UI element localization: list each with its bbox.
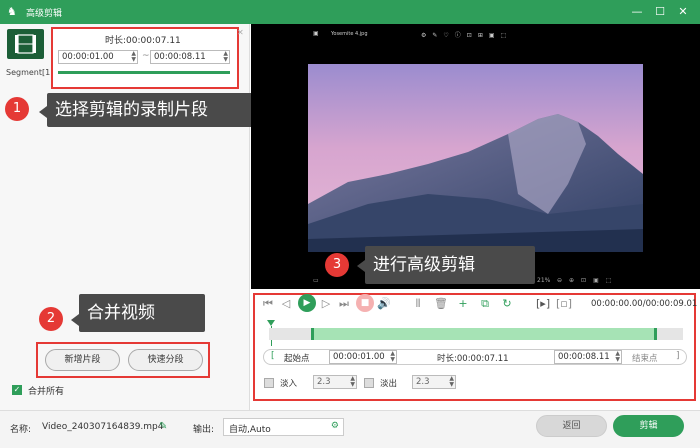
output-value: 自动,Auto [229, 425, 271, 435]
name-label: 名称: [10, 425, 32, 435]
callout-arrow [71, 314, 79, 326]
step-badge-1: 1 [5, 97, 29, 121]
delete-icon[interactable]: 🗑 [434, 297, 448, 311]
step-badge-3: 3 [325, 253, 349, 277]
zoom-level: 21% [537, 277, 551, 284]
window-title: 高级剪辑 [26, 9, 63, 19]
close-icon[interactable]: ✕ [675, 4, 691, 20]
spinner-icon[interactable]: ▲ ▼ [615, 351, 620, 363]
play-button[interactable]: ▶ [298, 294, 316, 312]
segment-end-value: 00:00:08.11 [154, 52, 206, 62]
film-icon [15, 34, 36, 54]
spinner-icon[interactable]: ▲ ▼ [449, 376, 454, 388]
output-label: 输出: [193, 425, 215, 435]
timeline-selection[interactable] [311, 328, 657, 340]
fade-in-field[interactable]: 2.3 ▲ ▼ [313, 375, 357, 389]
quick-split-button[interactable]: 快速分段 [128, 349, 203, 371]
fade-out-value: 2.3 [416, 377, 430, 387]
segment-start-field[interactable]: 00:00:01.00 ▲ ▼ [58, 50, 138, 64]
viewer-zoom-icons[interactable]: ⊖⊕⊡▣⬚ [557, 277, 618, 284]
segment-time-box: 时长:00:00:07.11 00:00:01.00 ▲ ▼ ~ 00:00:08… [51, 27, 239, 89]
callout-advanced-edit: 进行高级剪辑 [365, 246, 535, 284]
playback-time: 00:00:00.00/00:00:09.01 [591, 299, 698, 309]
fade-out-field[interactable]: 2.3 ▲ ▼ [412, 375, 456, 389]
total-time: 00:00:09.01 [645, 299, 698, 309]
fade-out-checkbox[interactable] [364, 378, 374, 388]
output-select[interactable]: 自动,Auto ⚙ [223, 418, 344, 436]
spinner-icon[interactable]: ▲ ▼ [350, 376, 355, 388]
end-point-label: 结束点 [632, 354, 658, 364]
step-back-icon[interactable]: ◁ [279, 297, 293, 311]
callout-arrow [39, 106, 47, 118]
trim-duration-label: 时长: [437, 354, 457, 364]
spinner-icon[interactable]: ▲ ▼ [131, 51, 136, 63]
segment-panel: Segment[1] 时长:00:00:07.11 00:00:01.00 ▲ ▼… [0, 24, 273, 410]
video-preview: ▣ Yosemite 4.jpg ⚙✎♡ⓘ⊡⊞▣⬚ ▭ 21% ⊖⊕⊡▣⬚ 3 … [251, 24, 700, 289]
step-forward-icon[interactable]: ▷ [319, 297, 333, 311]
fade-in-value: 2.3 [317, 377, 331, 387]
segment-progress [58, 71, 230, 74]
minimize-icon[interactable]: — [629, 4, 645, 20]
trim-duration: 时长:00:00:07.11 [437, 352, 509, 364]
fade-in-checkbox[interactable] [264, 378, 274, 388]
trim-start-field[interactable]: 00:00:01.00 ▲ ▼ [329, 350, 397, 364]
viewer-menu-icon[interactable]: ▣ [313, 30, 319, 37]
start-bracket-icon[interactable]: [ [271, 351, 275, 361]
callout-arrow [357, 260, 365, 272]
viewer-filename: Yosemite 4.jpg [331, 31, 368, 37]
fade-in-label: 淡入 [280, 379, 298, 389]
title-bar: ♞ 高级剪辑 — ☐ ✕ [0, 0, 700, 24]
trim-end-value: 00:00:08.11 [558, 352, 610, 362]
viewer-top-bar: ▣ Yosemite 4.jpg ⚙✎♡ⓘ⊡⊞▣⬚ [309, 28, 649, 44]
spinner-icon[interactable]: ▲ ▼ [390, 351, 395, 363]
fade-out-label: 淡出 [380, 379, 398, 389]
reset-icon[interactable]: ↻ [500, 297, 514, 311]
current-time: 00:00:00.00 [591, 299, 643, 309]
stop-button[interactable]: ■ [356, 294, 374, 312]
edit-button[interactable]: 剪辑 [613, 415, 684, 437]
start-point-label: 起始点 [284, 354, 310, 364]
edit-name-icon[interactable]: ✎ [159, 421, 167, 432]
segment-duration: 时长:00:00:07.11 [105, 33, 181, 46]
segment-label: Segment[1] [6, 68, 54, 77]
trim-end-field[interactable]: 00:00:08.11 ▲ ▼ [554, 350, 622, 364]
segment-end-field[interactable]: 00:00:08.11 ▲ ▼ [150, 50, 230, 64]
skip-start-icon[interactable]: ⏮ [261, 297, 275, 311]
split-icon[interactable]: ⫴ [411, 297, 425, 311]
segment-start-value: 00:00:01.00 [62, 52, 114, 62]
maximize-icon[interactable]: ☐ [652, 4, 668, 20]
viewer-tool-icons[interactable]: ⚙✎♡ⓘ⊡⊞▣⬚ [421, 30, 512, 39]
segment-thumbnail[interactable] [7, 29, 44, 59]
end-bracket-icon[interactable]: ] [676, 351, 680, 361]
duration-label: 时长: [105, 36, 127, 46]
callout-select-segment: 选择剪辑的录制片段 [47, 93, 273, 127]
add-segment-button[interactable]: 新增片段 [45, 349, 120, 371]
file-name: Video_240307164839.mp4 [42, 422, 164, 432]
range-separator: ~ [142, 51, 150, 61]
add-icon[interactable]: + [456, 297, 470, 311]
merge-all-checkbox[interactable]: ✓ [12, 385, 22, 395]
copy-icon[interactable]: ⧉ [478, 297, 492, 311]
rabbit-logo-icon: ♞ [7, 5, 17, 18]
callout-merge-video: 合并视频 [79, 294, 205, 332]
trim-duration-value: 00:00:07.11 [456, 354, 509, 364]
landscape-image [308, 64, 643, 252]
edit-controls: ⏮ ◁ ▶ ▷ ⏭ ■ 🔊 ⫴ 🗑 + ⧉ ↻ [▸] [▫] 00:00:00… [251, 289, 700, 410]
mark-in-icon[interactable]: [▸] [536, 297, 550, 311]
skip-end-icon[interactable]: ⏭ [337, 297, 351, 311]
gear-icon[interactable]: ⚙ [331, 421, 339, 431]
volume-icon[interactable]: 🔊 [377, 297, 391, 311]
close-icon[interactable]: ✕ [237, 28, 244, 37]
viewer-fit-icon[interactable]: ▭ [313, 277, 319, 284]
back-button[interactable]: 返回 [536, 415, 607, 437]
trim-start-value: 00:00:01.00 [333, 352, 385, 362]
step-badge-2: 2 [39, 307, 63, 331]
footer-bar: 名称: Video_240307164839.mp4 ✎ 输出: 自动,Auto… [0, 410, 700, 448]
duration-value: 00:00:07.11 [126, 36, 181, 46]
spinner-icon[interactable]: ▲ ▼ [223, 51, 228, 63]
merge-all-label: 合并所有 [28, 387, 65, 397]
mark-out-icon[interactable]: [▫] [556, 297, 572, 311]
